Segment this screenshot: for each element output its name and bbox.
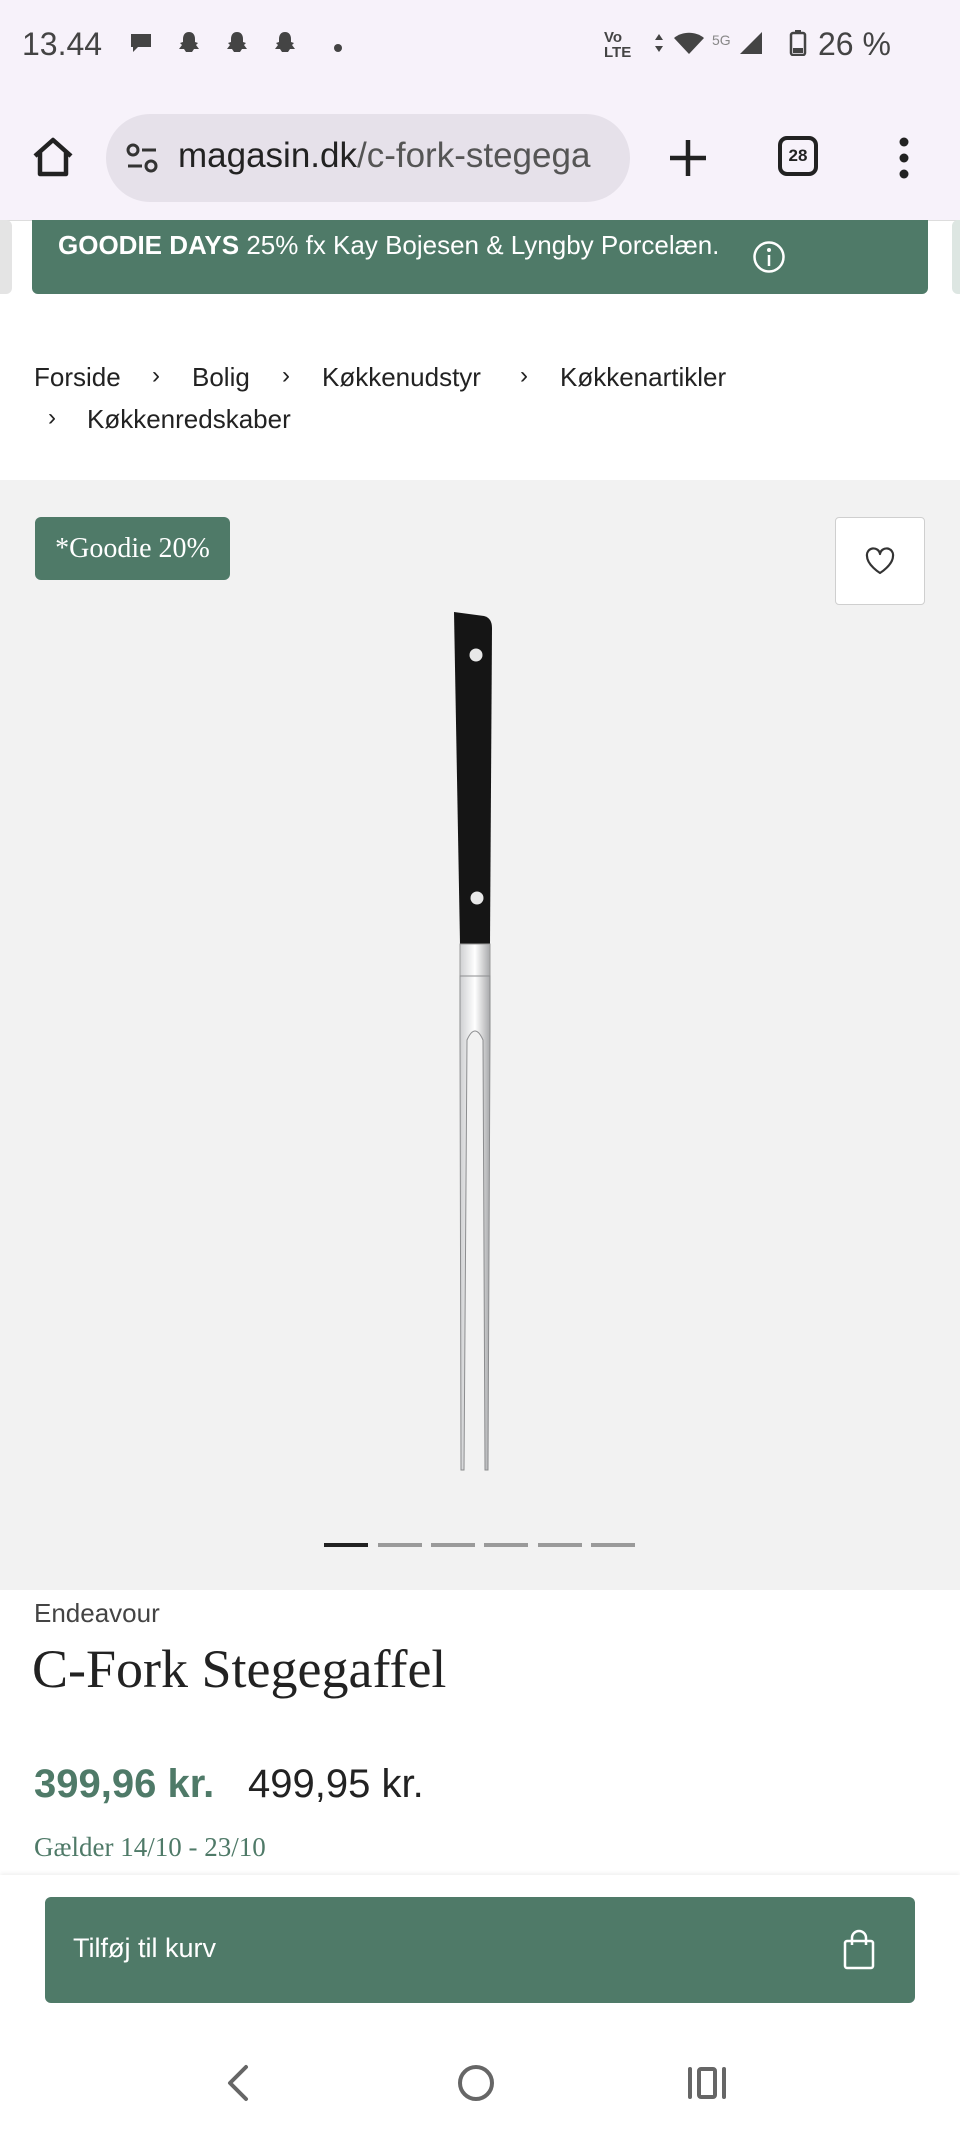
status-time: 13.44: [22, 26, 103, 62]
slide-indicator-5[interactable]: [538, 1543, 582, 1547]
promo-carousel-next-peek: [952, 220, 960, 294]
more-menu-icon[interactable]: [896, 136, 912, 180]
add-to-cart-button[interactable]: Tilføj til kurv: [45, 1897, 915, 2003]
home-circle-icon[interactable]: [456, 2063, 496, 2103]
slide-indicator-6[interactable]: [591, 1543, 635, 1547]
battery-icon: [789, 30, 807, 56]
product-gallery[interactable]: *Goodie 20%: [0, 480, 960, 1590]
promo-carousel-prev-peek: [0, 220, 12, 294]
breadcrumb-item-bolig[interactable]: Bolig: [192, 362, 250, 393]
promo-bold: GOODIE DAYS: [58, 230, 240, 260]
goodie-badge: *Goodie 20%: [35, 517, 230, 580]
site-settings-icon[interactable]: [124, 140, 160, 176]
back-icon[interactable]: [222, 2063, 252, 2103]
recent-apps-icon[interactable]: [686, 2065, 728, 2101]
original-price: 499,95 kr.: [248, 1762, 424, 1806]
chat-notification-icon: [131, 34, 151, 52]
5g-label: 5G: [712, 32, 731, 48]
add-to-cart-label: Tilføj til kurv: [73, 1933, 216, 1963]
address-bar[interactable]: magasin.dk/c-fork-stegega: [106, 114, 630, 202]
breadcrumb-item-forside[interactable]: Forside: [34, 362, 121, 393]
breadcrumb-item-kokkenudstyr[interactable]: Køkkenudstyr: [322, 362, 481, 393]
tab-switcher-button[interactable]: 28: [778, 136, 818, 176]
breadcrumb-separator: ›: [282, 362, 290, 389]
url-domain: magasin.dk: [178, 136, 357, 175]
snapchat-icon: [275, 32, 295, 52]
breadcrumb-separator: ›: [520, 362, 528, 389]
url-text[interactable]: magasin.dk/c-fork-stegega: [178, 136, 618, 176]
promo-banner[interactable]: GOODIE DAYS 25% fx Kay Bojesen & Lyngby …: [32, 220, 928, 294]
slide-indicator-2[interactable]: [378, 1543, 422, 1547]
breadcrumb-separator: ›: [48, 404, 56, 431]
battery-percentage: 26 %: [818, 26, 891, 62]
system-navigation-bar: [0, 2035, 960, 2133]
product-brand[interactable]: Endeavour: [34, 1598, 160, 1629]
product-image-carving-fork[interactable]: [440, 610, 520, 1480]
more-notifications-dot-icon: [334, 44, 342, 52]
breadcrumb-item-kokkenredskaber[interactable]: Køkkenredskaber: [87, 404, 291, 435]
signal-icon: [740, 32, 762, 54]
wifi-icon: [674, 32, 704, 54]
breadcrumb-separator: ›: [152, 362, 160, 389]
favorite-button[interactable]: [835, 517, 925, 605]
slide-indicator-1[interactable]: [324, 1543, 368, 1547]
promo-text: GOODIE DAYS 25% fx Kay Bojesen & Lyngby …: [58, 230, 719, 261]
new-tab-plus-icon[interactable]: [668, 138, 708, 178]
product-title: C-Fork Stegegaffel: [32, 1639, 447, 1699]
offer-validity: Gælder 14/10 - 23/10: [34, 1832, 266, 1862]
promo-body: 25% fx Kay Bojesen & Lyngby Porcelæn.: [246, 230, 720, 260]
breadcrumb-item-kokkenartikler[interactable]: Køkkenartikler: [560, 362, 726, 393]
sale-price: 399,96 kr.: [34, 1762, 215, 1806]
slide-indicator-4[interactable]: [484, 1543, 528, 1547]
home-icon[interactable]: [30, 134, 76, 180]
volte-label: Vo LTE: [604, 29, 632, 61]
snapchat-icon: [227, 32, 247, 52]
status-bar: 13.44 Vo LTE 5G 26 %: [0, 0, 960, 98]
shopping-bag-icon: [843, 1929, 875, 1970]
heart-icon: [865, 547, 895, 575]
sticky-cart-bar: Tilføj til kurv: [0, 1875, 960, 2035]
browser-toolbar: magasin.dk/c-fork-stegega 28: [0, 98, 960, 221]
snapchat-icon: [179, 32, 199, 52]
slide-indicator-3[interactable]: [431, 1543, 475, 1547]
url-path: /c-fork-stegega: [356, 136, 591, 175]
info-icon[interactable]: [752, 240, 786, 274]
